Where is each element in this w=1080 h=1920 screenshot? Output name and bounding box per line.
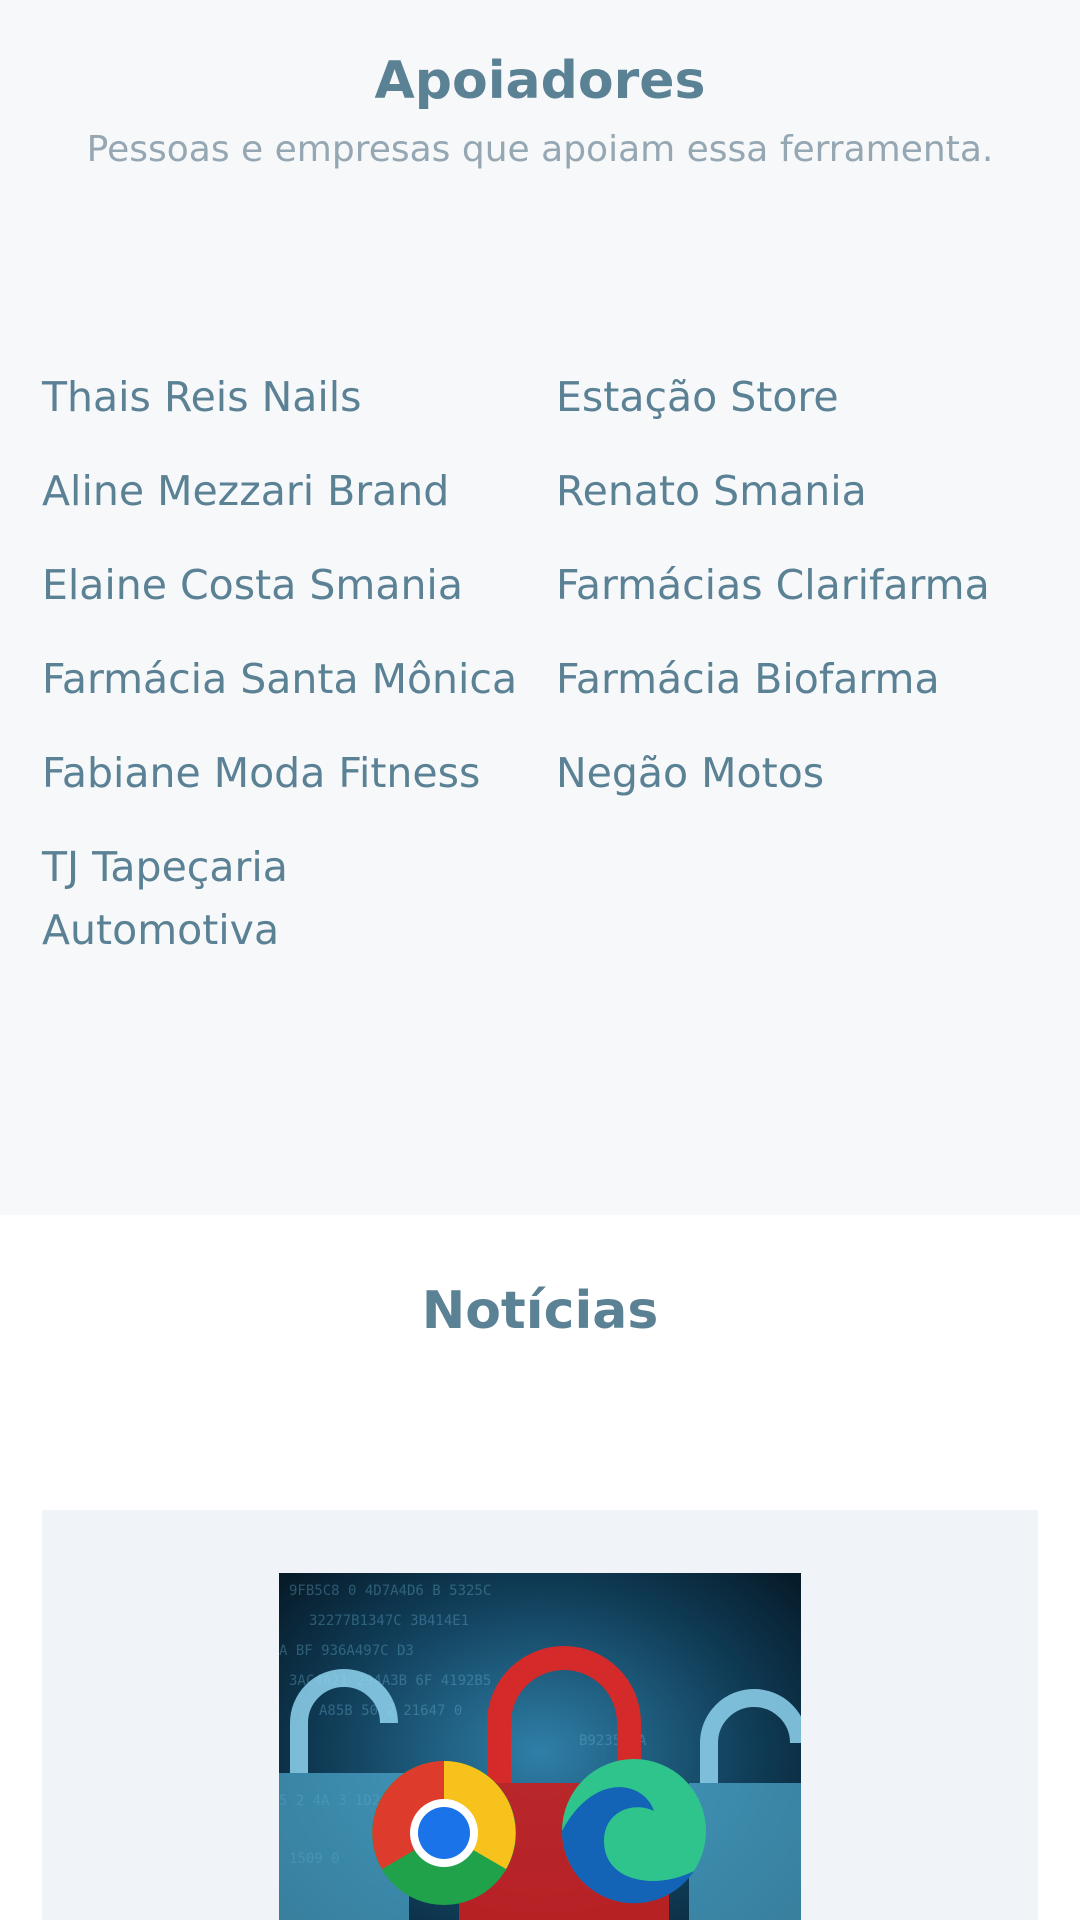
supporter-list: Thais Reis Nails Estação Store Aline Mez… (42, 366, 1038, 962)
news-card[interactable]: 9FB5C8 0 4D7A4D6 B 5325C 32277B1347C 3B4… (42, 1510, 1038, 1920)
supporters-section: Apoiadores Pessoas e empresas que apoiam… (0, 0, 1080, 1215)
news-image[interactable]: 9FB5C8 0 4D7A4D6 B 5325C 32277B1347C 3B4… (279, 1573, 801, 1920)
supporter-link[interactable]: Thais Reis Nails (42, 366, 556, 429)
browser-logo-chrome (372, 1761, 516, 1905)
supporter-link[interactable]: Farmácias Clarifarma (556, 554, 1038, 617)
browser-logo-edge (561, 1759, 706, 1904)
supporter-link[interactable]: Renato Smania (556, 460, 1038, 523)
supporters-subtitle: Pessoas e empresas que apoiam essa ferra… (86, 129, 994, 170)
supporter-link[interactable]: Aline Mezzari Brand (42, 460, 556, 523)
svg-text:A BF 936A497C D3: A BF 936A497C D3 (279, 1643, 414, 1659)
svg-text:32277B1347C 3B414E1: 32277B1347C 3B414E1 (309, 1613, 469, 1629)
news-section: Notícias 9FB5C8 0 4D7A4D6 B 5325C 32277B… (0, 1215, 1080, 1920)
supporter-link[interactable]: TJ Tapeçaria Automotiva (42, 836, 556, 962)
supporter-link[interactable]: Farmácia Biofarma (556, 648, 1038, 711)
supporters-title: Apoiadores (374, 51, 706, 111)
supporter-link[interactable]: Elaine Costa Smania (42, 554, 556, 617)
news-image-graphic: 9FB5C8 0 4D7A4D6 B 5325C 32277B1347C 3B4… (279, 1573, 801, 1920)
supporter-link[interactable]: Fabiane Moda Fitness (42, 742, 556, 805)
svg-text:9FB5C8 0 4D7A4D6 B 5325C: 9FB5C8 0 4D7A4D6 B 5325C (289, 1583, 491, 1599)
supporter-link[interactable]: Farmácia Santa Mônica (42, 648, 556, 711)
news-title: Notícias (421, 1281, 659, 1341)
supporter-link[interactable]: Negão Motos (556, 742, 1038, 805)
supporter-link[interactable]: Estação Store (556, 366, 1038, 429)
